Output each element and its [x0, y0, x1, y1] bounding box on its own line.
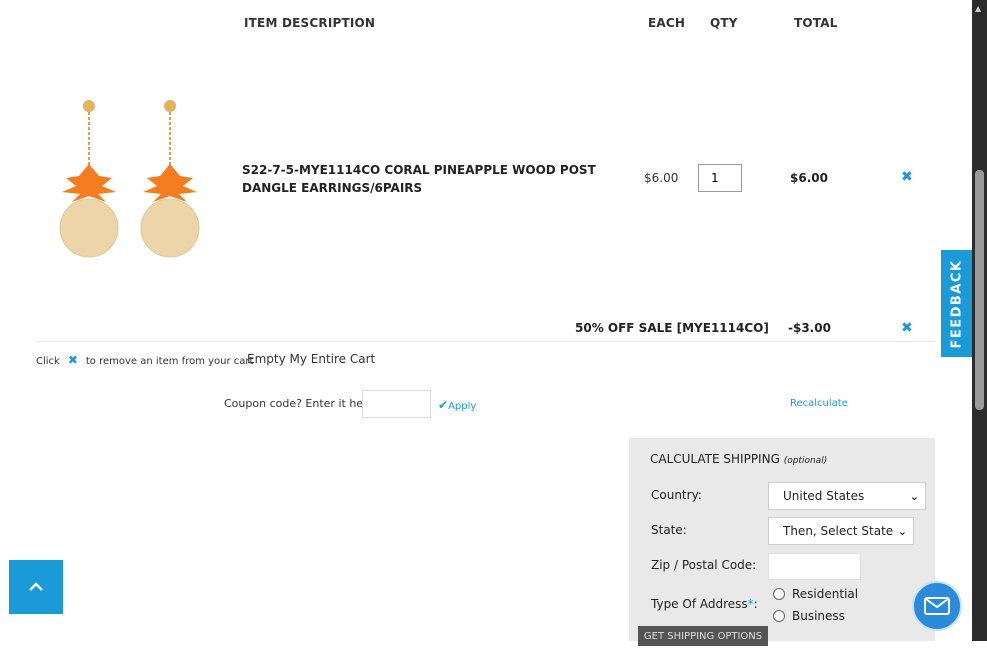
apply-label: Apply — [448, 401, 477, 412]
feedback-tab[interactable]: FEEDBACK — [941, 250, 972, 357]
country-label: Country: — [651, 488, 702, 502]
coupon-input[interactable] — [362, 390, 431, 418]
feedback-label: FEEDBACK — [949, 258, 964, 349]
recalculate-link[interactable]: Recalculate — [790, 398, 848, 409]
address-type-suffix: : — [753, 597, 758, 611]
envelope-icon — [924, 597, 950, 615]
residential-label: Residential — [792, 587, 859, 601]
coupon-label: Coupon code? Enter it here: — [224, 397, 378, 410]
header-total: TOTAL — [794, 16, 838, 30]
divider — [36, 341, 936, 342]
shipping-title-note: (optional) — [783, 456, 828, 466]
business-radio[interactable]: Business — [773, 609, 845, 623]
empty-cart-link[interactable]: Empty My Entire Cart — [247, 352, 375, 366]
address-type-text: Type Of Address — [651, 597, 748, 611]
shipping-title: CALCULATE SHIPPING (optional) — [650, 452, 827, 466]
shipping-title-text: CALCULATE SHIPPING — [650, 452, 780, 466]
scroll-to-top-button[interactable] — [9, 560, 63, 614]
discount-label: 50% OFF SALE [MYE1114CO] — [575, 321, 769, 335]
close-icon: ✖ — [67, 353, 78, 367]
zip-input[interactable] — [768, 553, 861, 580]
header-qty: QTY — [710, 16, 738, 30]
get-shipping-options-button[interactable]: GET SHIPPING OPTIONS — [638, 626, 768, 646]
discount-amount: -$3.00 — [788, 321, 831, 335]
country-select[interactable]: United States ⌄ — [768, 482, 926, 510]
header-each: EACH — [648, 16, 686, 30]
business-label: Business — [792, 609, 845, 623]
address-type-label: Type Of Address*: — [651, 597, 758, 611]
remove-item-icon[interactable]: ✖ — [901, 169, 913, 185]
zip-label: Zip / Postal Code: — [651, 558, 757, 572]
radio-circle — [773, 588, 785, 600]
chat-button[interactable] — [912, 581, 962, 631]
chevron-down-icon: ⌄ — [897, 524, 907, 538]
scroll-up-arrow-icon[interactable]: ▲ — [975, 4, 981, 13]
state-label: State: — [651, 523, 687, 537]
residential-radio[interactable]: Residential — [773, 587, 858, 601]
product-image[interactable] — [52, 96, 212, 266]
check-icon: ✔ — [438, 398, 449, 412]
apply-coupon-link[interactable]: ✔Apply — [438, 398, 476, 412]
item-description[interactable]: S22-7-5-MYE1114CO CORAL PINEAPPLE WOOD P… — [242, 161, 612, 197]
remove-hint: Click ✖ to remove an item from your cart — [36, 353, 253, 367]
hint-suffix: to remove an item from your cart — [85, 356, 254, 367]
radio-circle — [773, 610, 785, 622]
remove-discount-icon[interactable]: ✖ — [901, 320, 913, 336]
chevron-down-icon: ⌄ — [909, 489, 919, 503]
quantity-input[interactable] — [698, 164, 742, 192]
state-value: Then, Select State — [783, 524, 894, 538]
scrollbar-thumb[interactable] — [975, 170, 984, 410]
item-each-price: $6.00 — [644, 171, 679, 185]
country-value: United States — [783, 489, 865, 503]
state-select[interactable]: Then, Select State ⌄ — [768, 517, 914, 545]
chevron-up-icon — [29, 582, 43, 591]
header-item-description: ITEM DESCRIPTION — [244, 16, 376, 30]
hint-prefix: Click — [36, 356, 60, 367]
item-total: $6.00 — [790, 171, 828, 185]
